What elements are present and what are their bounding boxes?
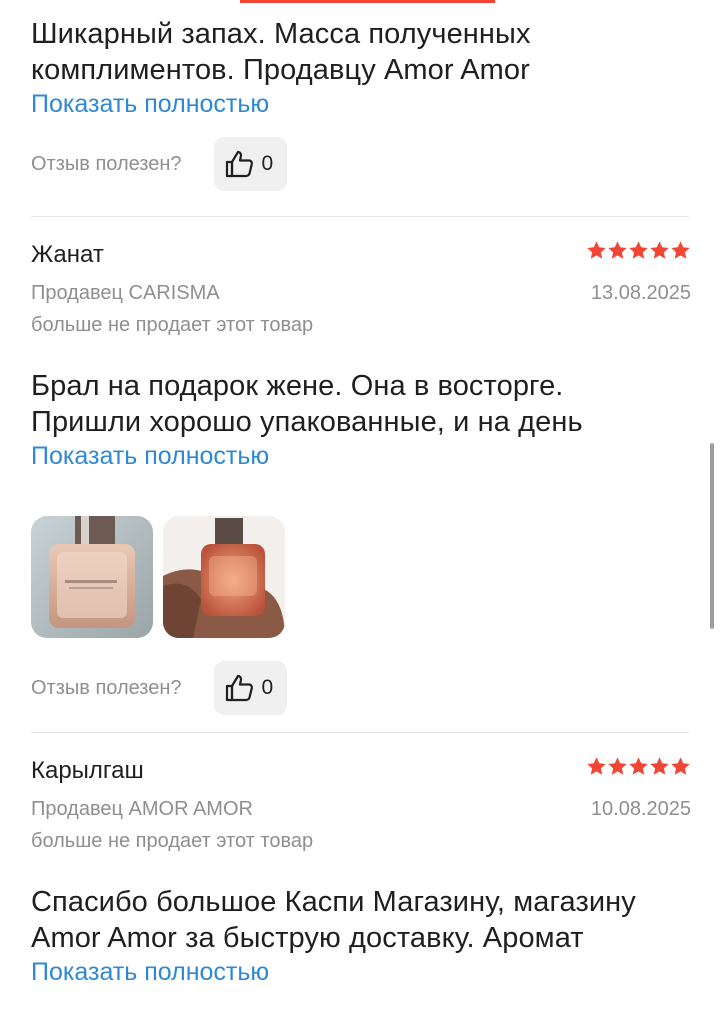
review-photos [31, 516, 691, 638]
like-button[interactable]: 0 [213, 137, 287, 191]
scrollbar-thumb[interactable] [710, 443, 714, 629]
review-text-line: Брал на подарок жене. Она в восторге. [31, 370, 564, 402]
like-count: 0 [261, 676, 274, 699]
star-icon [629, 757, 648, 775]
review-text-line: комплиментов. Продавцу Amor Amor [31, 54, 530, 86]
review-card: Карылгаш Продавец AMOR AMOR 10.08.2025 б… [31, 756, 691, 988]
show-more-link[interactable]: Показать полностью [31, 88, 269, 120]
star-icon [629, 241, 648, 259]
review-text-line: Пришли хорошо упакованные, и на день [31, 406, 583, 438]
rating-stars [586, 240, 691, 261]
like-count: 0 [261, 152, 274, 175]
thumbs-up-icon [225, 674, 253, 702]
star-icon [650, 241, 669, 259]
divider [31, 216, 689, 217]
not-sold-notice: больше не продает этот товар [31, 314, 314, 336]
star-icon [587, 757, 606, 775]
active-tab-indicator [240, 0, 495, 3]
review-card: Жанат Продавец CARISMA 13.08.2025 больше… [31, 240, 691, 715]
perfume-in-hand-photo [163, 516, 285, 638]
like-button[interactable]: 0 [213, 661, 287, 715]
star-icon [650, 757, 669, 775]
helpful-row: Отзыв полезен? 0 [31, 661, 691, 715]
divider [31, 732, 689, 733]
review-photo[interactable] [163, 516, 285, 638]
review-card: Шикарный запах. Масса полученных комплим… [31, 16, 691, 191]
review-date: 10.08.2025 [590, 798, 691, 820]
rating-stars [586, 756, 691, 777]
review-text-line: Шикарный запах. Масса полученных [31, 18, 531, 50]
helpful-label: Отзыв полезен? [31, 152, 182, 175]
star-icon [587, 241, 606, 259]
star-icon [608, 241, 627, 259]
star-icon [671, 241, 690, 259]
review-photo[interactable] [31, 516, 153, 638]
star-icon [608, 757, 627, 775]
helpful-label: Отзыв полезен? [31, 676, 182, 699]
show-more-link[interactable]: Показать полностью [31, 440, 269, 472]
thumbs-up-icon [225, 150, 253, 178]
helpful-row: Отзыв полезен? 0 [31, 137, 691, 191]
not-sold-notice: больше не продает этот товар [31, 830, 314, 852]
perfume-bottle-photo [31, 516, 153, 638]
review-date: 13.08.2025 [590, 282, 691, 304]
review-text-line: Спасибо большое Каспи Магазину, магазину [31, 886, 636, 918]
show-more-link[interactable]: Показать полностью [31, 956, 269, 988]
star-icon [671, 757, 690, 775]
review-text-line: Amor Amor за быструю доставку. Аромат [31, 922, 584, 954]
